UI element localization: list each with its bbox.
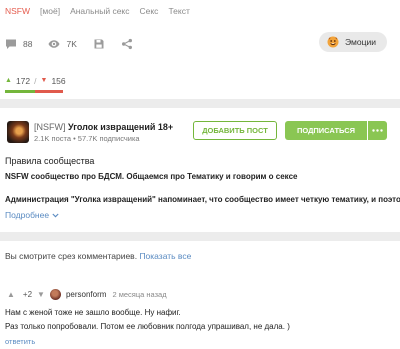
save-button[interactable] [93, 38, 105, 50]
upvote-count: 172 [15, 75, 31, 86]
add-post-button[interactable]: ДОБАВИТЬ ПОСТ [193, 121, 277, 140]
upvote-arrow-icon[interactable]: ▲ [5, 77, 12, 84]
tag-moe[interactable]: [моё] [40, 6, 60, 16]
tag-text[interactable]: Текст [168, 6, 189, 16]
rating-separator: / [34, 75, 37, 86]
tag-sex[interactable]: Секс [140, 6, 159, 16]
tag-list: NSFW [моё] Анальный секс Секс Текст [5, 5, 190, 17]
tag-nsfw[interactable]: NSFW [5, 6, 30, 16]
post-actions: 88 7K [5, 37, 149, 51]
downvote-count: 156 [51, 75, 66, 86]
community-title[interactable]: [NSFW] Уголок извращений 18+ [34, 122, 173, 132]
reply-link[interactable]: ответить [5, 337, 35, 346]
community-name: Уголок извращений 18+ [68, 122, 174, 132]
comment-upvote-icon[interactable]: ▲ [7, 290, 15, 299]
views-counter: 7K [48, 38, 77, 50]
rules-title: Правила сообщества [5, 156, 95, 166]
community-avatar[interactable] [7, 121, 29, 143]
comments-slice-notice: Вы смотрите срез комментариев. Показать … [5, 251, 191, 261]
more-dots-icon [372, 129, 383, 132]
emotions-button[interactable]: Эмоции [319, 32, 387, 52]
comments-count: 88 [23, 39, 33, 49]
comments-button[interactable]: 88 [5, 38, 32, 50]
comment-score: +2 [22, 289, 33, 299]
more-details-label: Подробнее [5, 210, 50, 220]
chevron-down-icon [52, 213, 59, 217]
comment-text-line-1: Нам с женой тоже не зашло вообще. Ну наф… [5, 308, 181, 317]
comment-meta: ▲ +2 ▼ personform 2 месяца назад [7, 288, 167, 300]
views-count: 7K [66, 39, 77, 49]
downvote-arrow-icon[interactable]: ▼ [41, 77, 48, 84]
more-options-button[interactable] [368, 121, 387, 140]
subscribe-button[interactable]: ПОДПИСАТЬСЯ [285, 121, 367, 140]
comment-icon [5, 38, 17, 50]
community-prefix: [NSFW] [34, 122, 66, 132]
more-details-link[interactable]: Подробнее [5, 210, 59, 220]
share-button[interactable] [121, 38, 133, 50]
comment-time: 2 месяца назад [112, 289, 167, 299]
eye-icon [48, 38, 60, 50]
emotion-face-icon [327, 36, 339, 48]
share-icon [121, 38, 133, 50]
emotions-label: Эмоции [345, 37, 376, 47]
tag-anal[interactable]: Анальный секс [70, 6, 129, 16]
slice-text: Вы смотрите срез комментариев. [5, 251, 138, 261]
community-stats: 2.1K поста • 57.7K подписчика [34, 134, 140, 143]
save-icon [93, 38, 105, 50]
rules-description: NSFW сообщество про БДСМ. Общаемся про Т… [5, 172, 298, 181]
rating-bar-down [35, 90, 63, 93]
comment-text-line-2: Раз только попробовали. Потом ее любовни… [5, 322, 290, 331]
rules-admin-notice: Администрация "Уголка извращений" напоми… [5, 195, 400, 204]
rating-bar-up [5, 90, 36, 93]
comment-downvote-icon[interactable]: ▼ [37, 290, 45, 299]
comment-username[interactable]: personform [66, 290, 106, 299]
post-rating: ▲ 172 / ▼ 156 [5, 75, 66, 86]
rating-bar [5, 90, 63, 93]
comment-avatar[interactable] [49, 288, 61, 300]
show-all-comments-link[interactable]: Показать все [139, 251, 191, 261]
